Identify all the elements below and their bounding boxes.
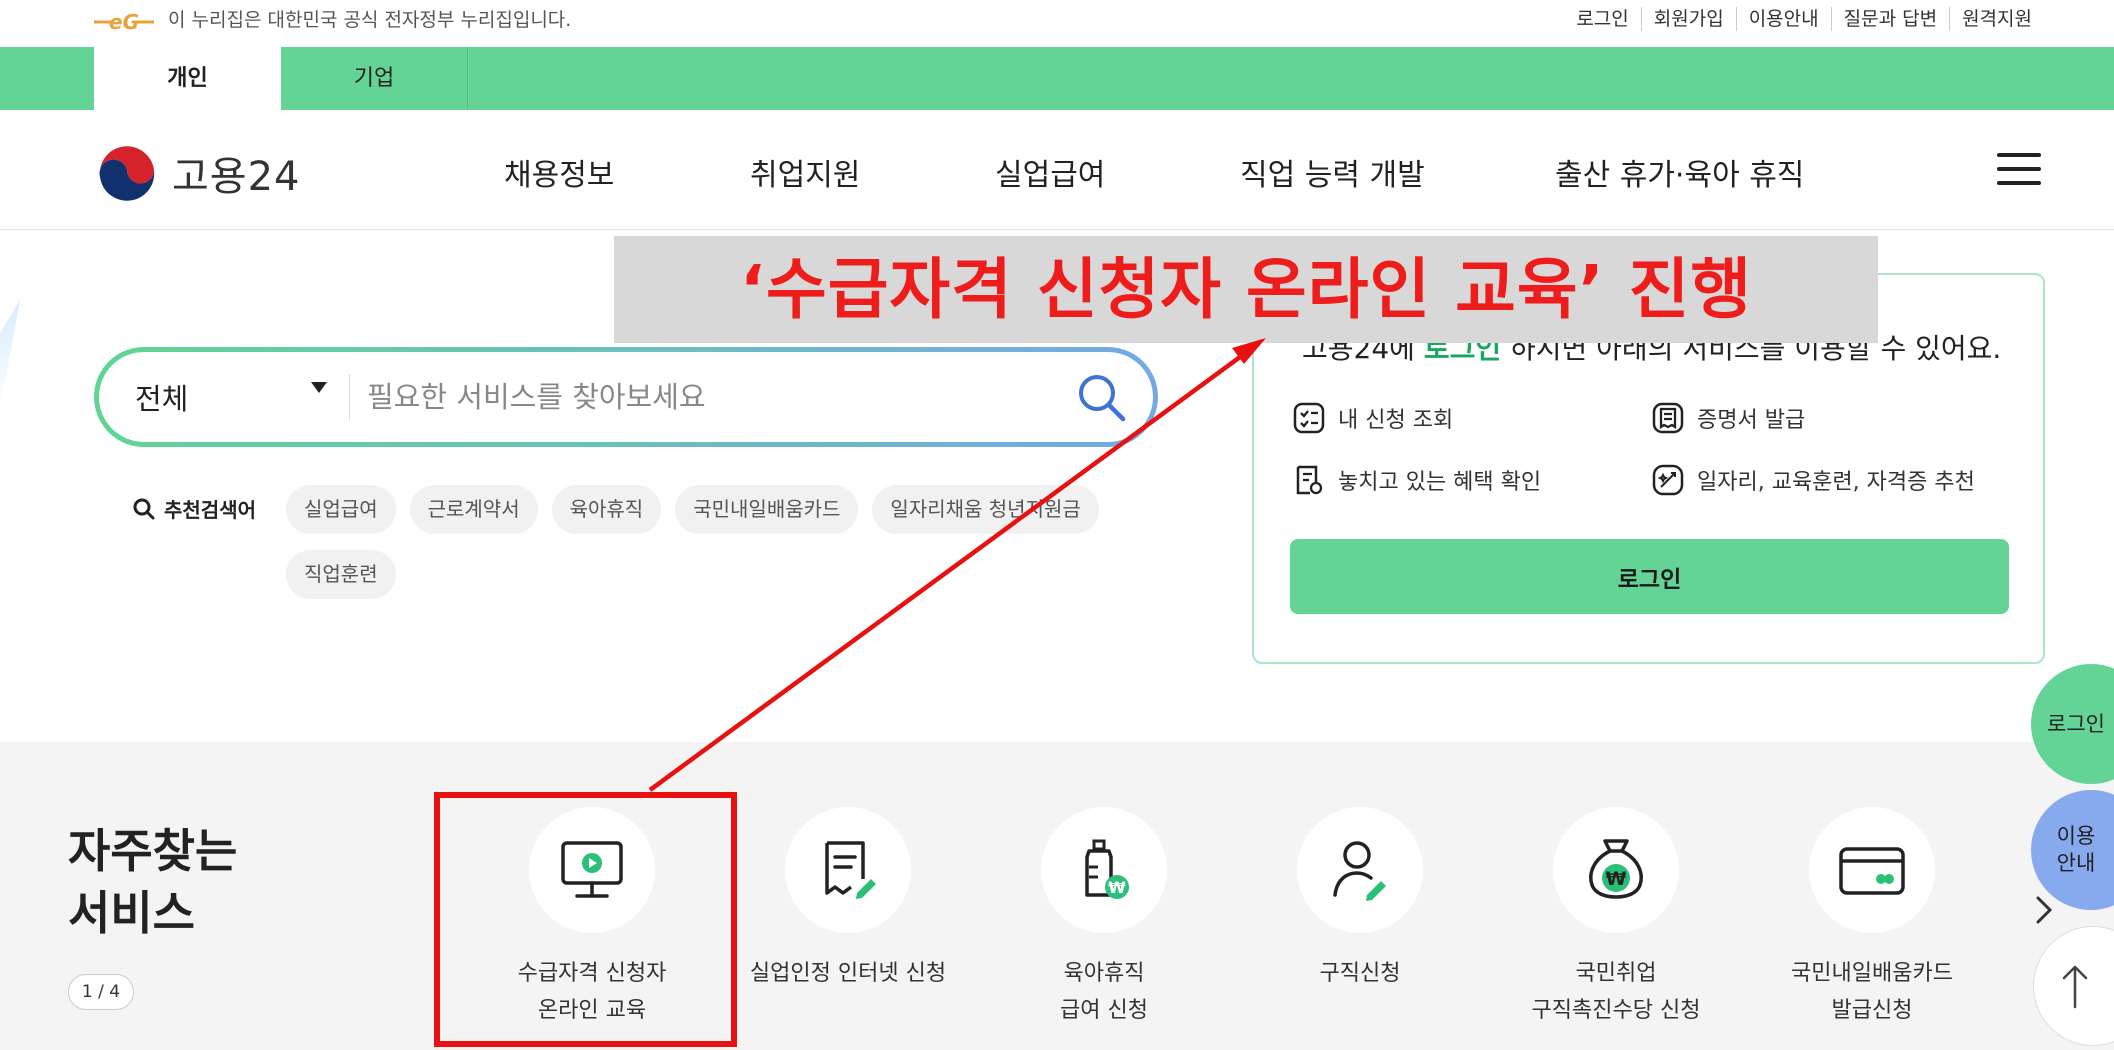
service-icon-circle: ₩ [1553,807,1679,933]
util-link-signup[interactable]: 회원가입 [1640,7,1736,31]
hamburger-menu-icon[interactable] [1997,153,2041,187]
util-links: 로그인 회원가입 이용안내 질문과 답변 원격지원 [1564,7,2044,31]
service-my-applications[interactable]: 내 신청 조회 [1292,401,1453,435]
person-pen-icon [1333,841,1386,901]
taegeuk-logo-icon [95,141,159,205]
caret-down-icon[interactable] [311,382,327,393]
search-divider [349,374,350,420]
keyword-chip[interactable]: 직업훈련 [286,550,396,599]
service-label: 실업인정 인터넷 신청 [749,961,947,986]
service-icon-circle: ₩ [1041,807,1167,933]
service-icon-circle [1297,807,1423,933]
title-line: 자주찾는 [68,824,238,878]
search-icon[interactable] [1074,370,1128,424]
annotation-highlight-box [434,792,737,1047]
arrow-up-icon [2062,965,2088,1009]
frequent-services-section: 자주찾는 서비스 1 / 4 수급자격 신청자 온라인 교육 실업인정 인터넷 … [0,742,2114,1050]
login-button[interactable]: 로그인 [1290,539,2009,614]
floating-login-label: 로그인 [2047,711,2105,736]
money-bag-won-icon: ₩ [1589,839,1643,899]
service-label: 증명서 발급 [1697,408,1806,433]
tab-personal[interactable]: 개인 [94,47,281,110]
carousel-pager: 1 / 4 [68,974,134,1010]
service-job-promotion-allowance[interactable]: ₩ 국민취업 구직촉진수당 신청 [1488,807,1744,1029]
svg-text:₩: ₩ [1108,878,1126,897]
search-input[interactable] [367,369,1067,425]
utility-bar: eG 이 누리집은 대한민국 공식 전자정부 누리집입니다. 로그인 회원가입 … [0,0,2114,47]
annotation-banner: ‘수급자격 신청자 온라인 교육’ 진행 [614,236,1878,343]
service-label: 육아휴직 급여 신청 [1060,961,1148,1023]
search-bar: 전체 [94,347,1158,447]
gov-notice: 이 누리집은 대한민국 공식 전자정부 누리집입니다. [168,9,572,31]
nav-job-info[interactable]: 채용정보 [504,150,614,194]
site-logo[interactable]: 고용24 [94,140,301,206]
title-line: 서비스 [68,886,195,940]
util-link-guide[interactable]: 이용안내 [1735,7,1831,31]
service-recommendations[interactable]: 일자리, 교육훈련, 자격증 추천 [1651,463,1975,497]
nav-vocational-training[interactable]: 직업 능력 개발 [1240,150,1425,194]
egov-logo-icon: eG [94,10,154,34]
main-header: 고용24 채용정보 취업지원 실업급여 직업 능력 개발 출산 휴가·육아 휴직 [0,110,2114,230]
logo-text: 고용24 [172,154,301,200]
service-parental-leave-benefit[interactable]: ₩ 육아휴직 급여 신청 [976,807,1232,1029]
service-missed-benefits[interactable]: 놓치고 있는 혜택 확인 [1292,463,1541,497]
keyword-chip[interactable]: 육아휴직 [551,485,662,534]
keyword-chip[interactable]: 근로계약서 [409,485,538,534]
service-unemployment-certification[interactable]: 실업인정 인터넷 신청 [720,807,976,992]
search-bar-inner: 전체 [99,352,1153,442]
service-icon-circle [1809,807,1935,933]
service-certificate-issue[interactable]: 증명서 발급 [1651,401,1805,435]
svg-text:₩: ₩ [1606,868,1627,890]
service-label: 내 신청 조회 [1338,408,1454,433]
util-link-login[interactable]: 로그인 [1564,7,1640,31]
baby-bottle-won-icon: ₩ [1085,839,1129,899]
certificate-icon [1652,402,1684,434]
svg-text:eG: eG [109,10,139,34]
service-learning-card-issue[interactable]: 국민내일배움카드 발급신청 [1744,807,2000,1029]
nav-maternity-parental-leave[interactable]: 출산 휴가·육아 휴직 [1555,150,1804,194]
service-icon-circle [785,807,911,933]
service-label: 국민내일배움카드 발급신청 [1791,961,1953,1023]
service-label: 국민취업 구직촉진수당 신청 [1531,961,1701,1023]
floating-guide-label: 이용 [2056,824,2096,848]
service-label: 일자리, 교육훈련, 자격증 추천 [1697,470,1975,495]
util-link-remote-support[interactable]: 원격지원 [1949,7,2044,31]
recommended-keyword-list: 실업급여 근로계약서 육아휴직 국민내일배움카드 일자리채움 청년지원금 직업훈… [286,485,1146,599]
search-scope-select[interactable]: 전체 [135,376,188,418]
card-icon [1839,847,1905,895]
service-label: 구직신청 [1319,961,1401,986]
search-small-icon [133,498,155,519]
user-type-tabbar: 개인 기업 [0,47,2114,110]
keyword-chip[interactable]: 실업급여 [286,485,396,534]
recommended-keywords-label: 추천검색어 [132,494,256,523]
tab-corporate[interactable]: 기업 [281,47,468,110]
magic-wand-icon [1652,464,1684,496]
nav-employment-support[interactable]: 취업지원 [750,150,860,194]
annotation-text: ‘수급자격 신청자 온라인 교육’ 진행 [739,251,1753,328]
document-pen-icon [825,841,876,899]
service-job-seeking-registration[interactable]: 구직신청 [1232,807,1488,992]
service-label: 놓치고 있는 혜택 확인 [1338,470,1542,495]
util-link-qna[interactable]: 질문과 답변 [1830,7,1949,31]
decorative-shape [0,300,20,410]
keyword-chip[interactable]: 일자리채움 청년지원금 [872,485,1099,534]
recommended-label-text: 추천검색어 [164,498,256,522]
checklist-icon [1293,402,1325,434]
document-search-icon [1296,465,1323,495]
keyword-chip[interactable]: 국민내일배움카드 [675,485,859,534]
nav-unemployment-benefits[interactable]: 실업급여 [995,150,1105,194]
frequent-services-title: 자주찾는 서비스 [68,820,237,944]
floating-guide-label: 안내 [2056,851,2096,875]
